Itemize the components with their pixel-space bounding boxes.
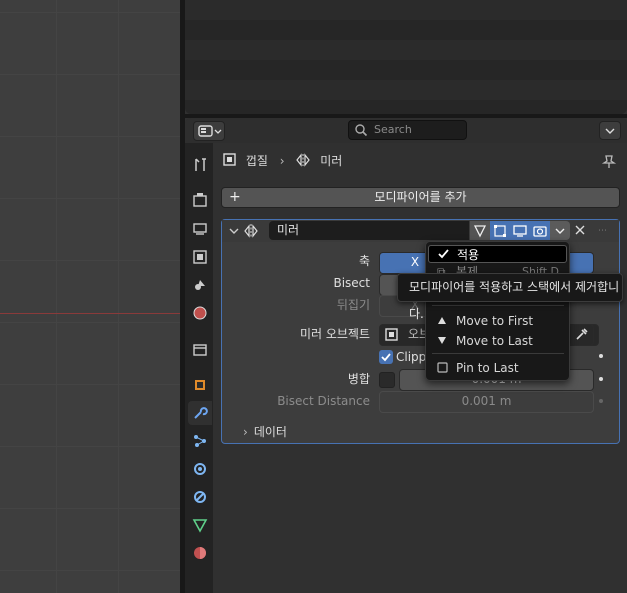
constraints-icon [194, 491, 206, 503]
checkbox-icon [437, 359, 449, 380]
plus-icon: + [229, 189, 241, 205]
keyframe-dot[interactable] [599, 377, 603, 381]
tab-collection[interactable] [188, 338, 212, 362]
chevron-right-icon: › [279, 154, 285, 168]
physics-icon [194, 463, 206, 475]
object-icon [385, 328, 398, 341]
breadcrumb-object: 껍질 [245, 154, 268, 168]
camera-icon [533, 225, 547, 237]
menu-item-label: Move to Last [456, 334, 533, 348]
menu-separator [432, 305, 564, 306]
tab-object[interactable] [188, 373, 212, 397]
bisect-distance-field[interactable]: 0.001 m [379, 391, 594, 413]
chevron-right-icon: › [243, 425, 248, 439]
eyedropper-button[interactable] [569, 324, 594, 346]
modifier-menu-button[interactable] [550, 221, 570, 240]
data-subpanel-header[interactable]: › 데이터 [243, 423, 287, 441]
tab-modifiers[interactable] [188, 401, 212, 425]
properties-tabs [185, 143, 213, 593]
chevron-down-icon [555, 228, 565, 234]
bisect-label: Bisect [333, 276, 370, 290]
viewport-toggle[interactable] [510, 221, 530, 240]
scene-icon [195, 280, 205, 290]
keyframe-dot[interactable] [599, 354, 603, 358]
data-subpanel-label: 데이터 [253, 425, 287, 439]
clipping-checkbox[interactable] [379, 350, 393, 364]
merge-label: 병합 [347, 372, 370, 386]
object-icon [223, 153, 236, 166]
tab-view-layer[interactable] [188, 245, 212, 269]
monitor-icon [513, 224, 527, 237]
merge-checkbox[interactable] [379, 372, 395, 388]
axis-label: 축 [358, 254, 370, 268]
editor-type-button[interactable] [193, 121, 225, 141]
menu-item-pin-to-last[interactable]: Pin to Last [428, 359, 567, 377]
bisect-distance-label: Bisect Distance [277, 394, 370, 408]
pin-icon[interactable] [601, 153, 617, 169]
tab-render[interactable] [188, 188, 212, 212]
breadcrumb-modifier: 미러 [320, 154, 343, 168]
tab-particles[interactable] [188, 429, 212, 453]
render-icon [193, 193, 207, 207]
mirror-object-label: 미러 오브젝트 [299, 327, 370, 341]
collapse-chevron-icon[interactable] [228, 225, 240, 237]
world-icon [193, 306, 207, 320]
tab-output[interactable] [188, 217, 212, 241]
check-icon [381, 353, 391, 362]
tab-physics[interactable] [188, 457, 212, 481]
material-icon [194, 547, 206, 559]
chevron-down-icon [605, 128, 615, 134]
wrench-icon [194, 407, 208, 419]
breadcrumb: 껍질 › 미러 [222, 151, 342, 171]
add-modifier-button[interactable]: + 모디파이어를 추가 [221, 187, 620, 208]
add-modifier-label: 모디파이어를 추가 [374, 190, 467, 204]
mirror-modifier-icon [296, 153, 311, 167]
on-cage-toggle[interactable] [470, 221, 490, 240]
tab-scene[interactable] [188, 273, 212, 297]
clipping-label: Clipp [396, 350, 427, 364]
3d-viewport[interactable] [0, 0, 180, 593]
tab-tool[interactable] [188, 153, 212, 177]
menu-item-label: Move to First [456, 314, 534, 328]
keyframe-dot[interactable] [599, 399, 603, 403]
tab-data[interactable] [188, 513, 212, 537]
eyedropper-icon [575, 328, 588, 340]
object-icon [195, 380, 205, 390]
output-icon [193, 223, 207, 235]
particles-icon [194, 435, 206, 447]
menu-item-apply[interactable]: 적용 [428, 245, 567, 263]
search-icon [355, 124, 368, 137]
menu-item-label: Pin to Last [456, 361, 519, 375]
flip-label: 뒤집기 [336, 298, 370, 312]
outliner-area[interactable] [185, 0, 627, 114]
menu-item-label: 적용 [457, 248, 480, 262]
x-axis-line [0, 313, 180, 314]
tool-icon [195, 158, 206, 171]
menu-item-move-to-last[interactable]: Move to Last [428, 332, 567, 350]
tab-material[interactable] [188, 541, 212, 565]
edit-mode-icon [494, 224, 506, 237]
menu-separator [432, 353, 564, 354]
modifier-name-field[interactable]: 미러 [269, 221, 469, 240]
close-icon[interactable] [574, 224, 586, 236]
render-toggle[interactable] [530, 221, 550, 240]
triangle-down-icon [437, 332, 447, 353]
edit-mode-toggle[interactable] [490, 221, 510, 240]
apply-tooltip: 모디파이어를 적용하고 스택에서 제거합니다. [397, 273, 623, 321]
options-dropdown-button[interactable] [599, 121, 621, 140]
tab-world[interactable] [188, 301, 212, 325]
tab-constraints[interactable] [188, 485, 212, 509]
triangle-vertex-icon [473, 224, 487, 237]
mesh-data-icon [192, 519, 208, 533]
triangle-up-icon [437, 312, 447, 333]
collection-icon [193, 344, 207, 356]
mirror-modifier-icon [244, 224, 258, 238]
menu-item-move-to-first[interactable]: Move to First [428, 312, 567, 330]
editor-type-icon [198, 125, 222, 137]
view-layer-icon [193, 250, 207, 264]
drag-handle-icon[interactable]: ⋯ [598, 226, 608, 236]
